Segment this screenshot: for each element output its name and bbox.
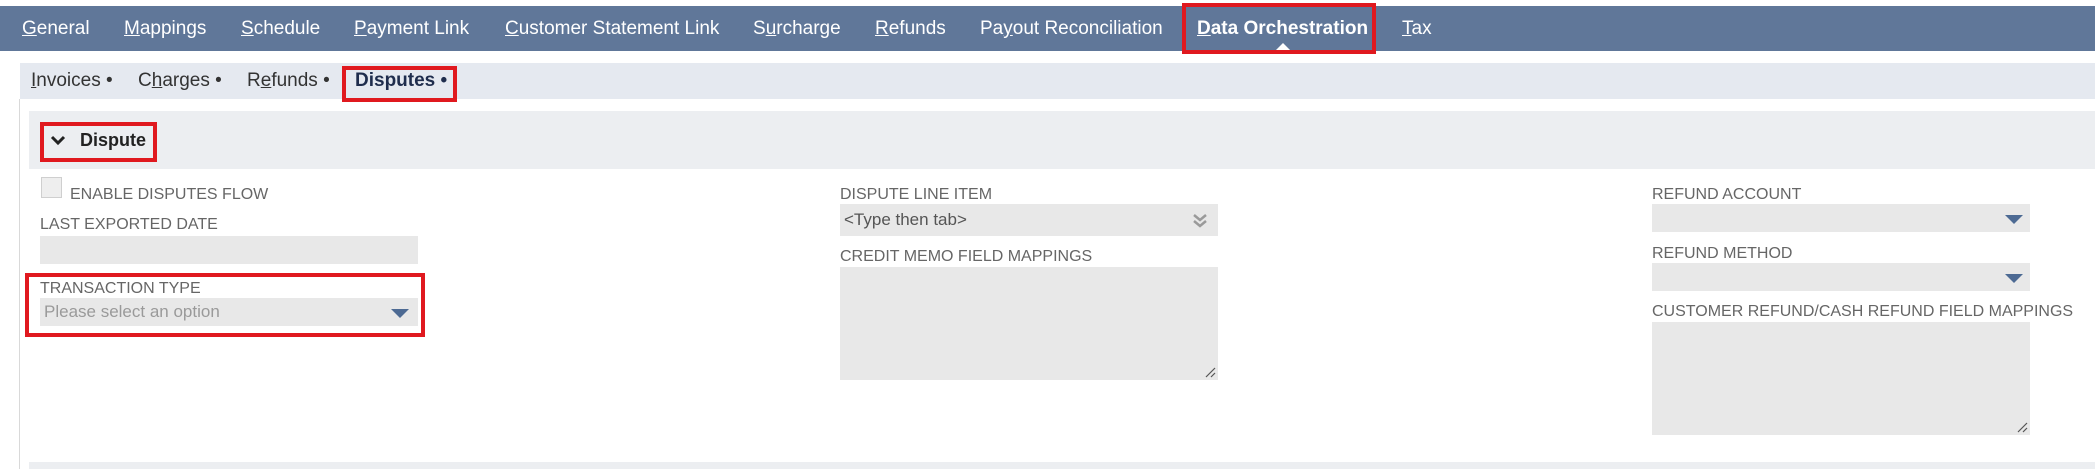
tab-general[interactable]: General	[22, 6, 90, 51]
dropdown-arrow-icon	[2005, 215, 2023, 224]
tab-mappings[interactable]: Mappings	[124, 6, 206, 51]
next-section-header	[29, 462, 2095, 469]
tab-refunds[interactable]: Refunds	[875, 6, 946, 51]
tab-surcharge[interactable]: Surcharge	[753, 6, 841, 51]
sub-tab-bar: Invoices • Charges • Refunds • Disputes …	[20, 63, 2095, 99]
highlight-transaction-type	[25, 273, 425, 337]
subtab-refunds[interactable]: Refunds •	[247, 63, 330, 99]
dropdown-arrow-icon	[2005, 274, 2023, 283]
subtab-invoices[interactable]: Invoices •	[31, 63, 113, 99]
highlight-dispute-section	[40, 122, 157, 162]
highlight-data-orchestration-tab	[1182, 3, 1376, 54]
tab-payment-link[interactable]: Payment Link	[354, 6, 469, 51]
highlight-disputes-subtab	[342, 66, 457, 102]
tab-tax[interactable]: Tax	[1402, 6, 1432, 51]
customer-refund-field-mappings-textarea[interactable]	[1652, 322, 2030, 435]
double-chevron-down-icon[interactable]	[1192, 213, 1208, 229]
dispute-line-item-label: DISPUTE LINE ITEM	[840, 186, 993, 203]
resize-grip-icon[interactable]	[2016, 421, 2028, 433]
dispute-line-item-field[interactable]: <Type then tab>	[840, 204, 1218, 236]
tab-payout-reconciliation[interactable]: Payout Reconciliation	[980, 6, 1163, 51]
last-exported-date-label: LAST EXPORTED DATE	[40, 216, 218, 233]
refund-method-select[interactable]	[1652, 263, 2030, 291]
customer-refund-field-mappings-label: CUSTOMER REFUND/CASH REFUND FIELD MAPPIN…	[1652, 303, 2074, 320]
refund-account-label: REFUND ACCOUNT	[1652, 186, 1802, 203]
dispute-section-header[interactable]	[29, 111, 2095, 169]
credit-memo-field-mappings-textarea[interactable]	[840, 267, 1218, 380]
last-exported-date-field[interactable]	[40, 236, 418, 264]
tab-customer-statement-link[interactable]: Customer Statement Link	[505, 6, 719, 51]
enable-disputes-label: ENABLE DISPUTES FLOW	[70, 186, 269, 203]
credit-memo-field-mappings-label: CREDIT MEMO FIELD MAPPINGS	[840, 248, 1093, 265]
enable-disputes-checkbox[interactable]	[41, 177, 62, 198]
subtab-charges[interactable]: Charges •	[138, 63, 222, 99]
top-tab-bar: General Mappings Schedule Payment Link C…	[0, 6, 2095, 51]
content-border	[19, 99, 20, 469]
tab-schedule[interactable]: Schedule	[241, 6, 320, 51]
refund-account-select[interactable]	[1652, 204, 2030, 232]
resize-grip-icon[interactable]	[1204, 366, 1216, 378]
refund-method-label: REFUND METHOD	[1652, 245, 1793, 262]
